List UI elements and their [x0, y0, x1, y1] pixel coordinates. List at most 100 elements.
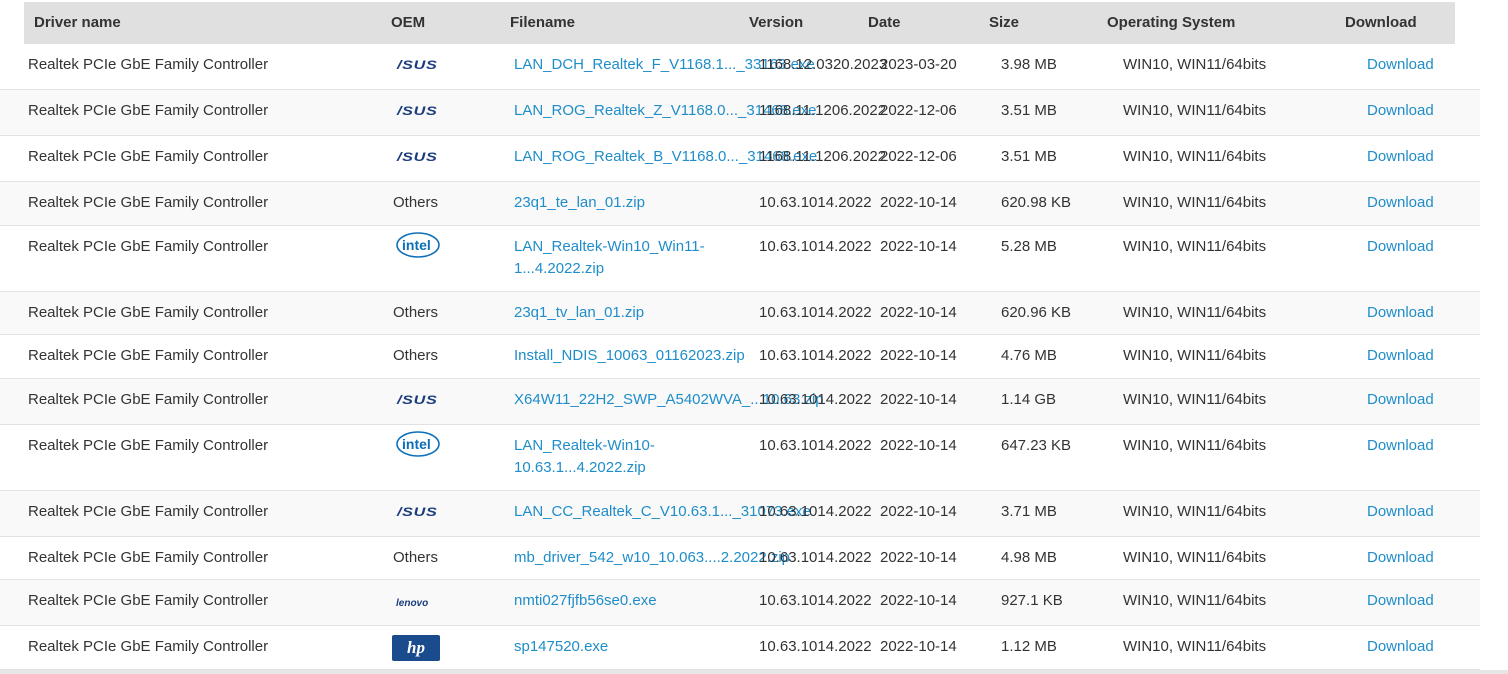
lenovo-logo-icon: lenovo [396, 598, 429, 609]
table-row: Realtek PCIe GbE Family Controller/SUS X6… [0, 379, 1480, 425]
download-link[interactable]: Download [1367, 547, 1434, 569]
download-link[interactable]: Download [1367, 501, 1434, 523]
filename-link[interactable]: LAN_DCH_Realtek_F_V1168.1..._33163.exe [514, 54, 815, 76]
driver-name-cell: Realtek PCIe GbE Family Controller [28, 638, 269, 655]
driver-name-cell: Realtek PCIe GbE Family Controller [28, 102, 269, 119]
filename-link[interactable]: sp147520.exe [514, 636, 744, 658]
date-cell: 2022-10-14 [880, 503, 957, 520]
table-row: Realtek PCIe GbE Family Controller Others… [0, 537, 1480, 580]
header-filename: Filename [510, 14, 576, 31]
operating-system-cell: WIN10, WIN11/64bits [1123, 304, 1267, 321]
download-link[interactable]: Download [1367, 590, 1434, 612]
date-cell: 2022-10-14 [880, 304, 957, 321]
driver-name-cell: Realtek PCIe GbE Family Controller [28, 437, 269, 454]
oem-cell: /SUS [397, 100, 437, 122]
filename-link[interactable]: LAN_CC_Realtek_C_V10.63.1..._31073.exe [514, 501, 811, 523]
operating-system-cell: WIN10, WIN11/64bits [1123, 194, 1267, 211]
download-link[interactable]: Download [1367, 302, 1434, 324]
date-cell: 2022-10-14 [880, 437, 957, 454]
operating-system-cell: WIN10, WIN11/64bits [1123, 56, 1267, 73]
download-link[interactable]: Download [1367, 435, 1434, 457]
download-link[interactable]: Download [1367, 54, 1434, 76]
date-cell: 2022-10-14 [880, 194, 957, 211]
filename-link[interactable]: LAN_Realtek-Win10-10.63.1...4.2022.zip [514, 435, 714, 479]
table-row: Realtek PCIe GbE Family Controller/SUS LA… [0, 136, 1480, 182]
asus-logo-icon: /SUS [397, 150, 438, 164]
asus-logo-icon: /SUS [397, 393, 438, 407]
svg-text:intel: intel [402, 436, 431, 452]
oem-others-text: Others [393, 549, 439, 566]
version-cell: 10.63.1014.2022 [759, 347, 872, 364]
date-cell: 2022-10-14 [880, 391, 957, 408]
oem-cell: hp [392, 635, 440, 661]
table-row: Realtek PCIe GbE Family Controller hp sp14… [0, 626, 1480, 670]
operating-system-cell: WIN10, WIN11/64bits [1123, 238, 1267, 255]
size-cell: 3.98 MB [1001, 56, 1057, 73]
oem-cell: Others [393, 192, 438, 214]
intel-logo-icon: intel [395, 230, 441, 260]
driver-name-cell: Realtek PCIe GbE Family Controller [28, 549, 269, 566]
oem-cell: /SUS [397, 389, 437, 411]
filename-link[interactable]: 23q1_tv_lan_01.zip [514, 302, 744, 324]
driver-name-cell: Realtek PCIe GbE Family Controller [28, 148, 269, 165]
filename-link[interactable]: LAN_ROG_Realtek_Z_V1168.0..._31468.exe [514, 100, 816, 122]
table-row: Realtek PCIe GbE Family Controller/SUS LA… [0, 90, 1480, 136]
filename-link[interactable]: Install_NDIS_10063_01162023.zip [514, 345, 745, 367]
download-link[interactable]: Download [1367, 146, 1434, 168]
table-bottom-border [0, 670, 1508, 674]
size-cell: 5.28 MB [1001, 238, 1057, 255]
version-cell: 10.63.1014.2022 [759, 592, 872, 609]
size-cell: 927.1 KB [1001, 592, 1063, 609]
oem-cell: /SUS [397, 146, 437, 168]
oem-cell: lenovo [396, 591, 428, 615]
download-link[interactable]: Download [1367, 100, 1434, 122]
hp-logo-icon: hp [392, 635, 440, 661]
operating-system-cell: WIN10, WIN11/64bits [1123, 148, 1267, 165]
table-row: Realtek PCIe GbE Family Controller intel L… [0, 425, 1480, 491]
date-cell: 2022-10-14 [880, 347, 957, 364]
table-row: Realtek PCIe GbE Family Controller Others… [0, 292, 1480, 335]
driver-name-cell: Realtek PCIe GbE Family Controller [28, 238, 269, 255]
header-operating-system: Operating System [1107, 14, 1236, 31]
download-link[interactable]: Download [1367, 389, 1434, 411]
header-size: Size [989, 14, 1020, 31]
driver-name-cell: Realtek PCIe GbE Family Controller [28, 503, 269, 520]
size-cell: 1.12 MB [1001, 638, 1057, 655]
svg-text:intel: intel [402, 237, 431, 253]
filename-link[interactable]: nmti027fjfb56se0.exe [514, 590, 744, 612]
asus-logo-icon: /SUS [397, 505, 438, 519]
version-cell: 10.63.1014.2022 [759, 391, 872, 408]
driver-name-cell: Realtek PCIe GbE Family Controller [28, 391, 269, 408]
operating-system-cell: WIN10, WIN11/64bits [1123, 102, 1267, 119]
download-link[interactable]: Download [1367, 192, 1434, 214]
filename-link[interactable]: X64W11_22H2_SWP_A5402WVA_...10.63.zip [514, 389, 824, 411]
operating-system-cell: WIN10, WIN11/64bits [1123, 592, 1267, 609]
header-date: Date [868, 14, 901, 31]
version-cell: 10.63.1014.2022 [759, 503, 872, 520]
filename-link[interactable]: LAN_ROG_Realtek_B_V1168.0..._31468.exe [514, 146, 817, 168]
oem-cell: /SUS [397, 501, 437, 523]
download-link[interactable]: Download [1367, 345, 1434, 367]
driver-name-cell: Realtek PCIe GbE Family Controller [28, 592, 269, 609]
asus-logo-icon: /SUS [397, 104, 438, 118]
download-link[interactable]: Download [1367, 636, 1434, 658]
header-driver-name: Driver name [34, 14, 121, 31]
size-cell: 4.76 MB [1001, 347, 1057, 364]
filename-link[interactable]: mb_driver_542_w10_10.063....2.2022.zip [514, 547, 790, 569]
operating-system-cell: WIN10, WIN11/64bits [1123, 503, 1267, 520]
size-cell: 4.98 MB [1001, 549, 1057, 566]
filename-link[interactable]: 23q1_te_lan_01.zip [514, 192, 744, 214]
table-row: Realtek PCIe GbE Family Controller/SUS LA… [0, 491, 1480, 537]
date-cell: 2022-10-14 [880, 592, 957, 609]
table-header: Driver name OEM Filename Version Date Si… [24, 2, 1455, 44]
version-cell: 1168.12.0320.2023 [759, 56, 888, 73]
oem-cell: Others [393, 547, 438, 569]
filename-link[interactable]: LAN_Realtek-Win10_Win11-1...4.2022.zip [514, 236, 714, 280]
operating-system-cell: WIN10, WIN11/64bits [1123, 549, 1267, 566]
oem-cell: Others [393, 345, 438, 367]
size-cell: 620.96 KB [1001, 304, 1072, 321]
download-link[interactable]: Download [1367, 236, 1434, 258]
table-row: Realtek PCIe GbE Family Controller Others… [0, 182, 1480, 226]
size-cell: 1.14 GB [1001, 391, 1057, 408]
header-download: Download [1345, 14, 1417, 31]
